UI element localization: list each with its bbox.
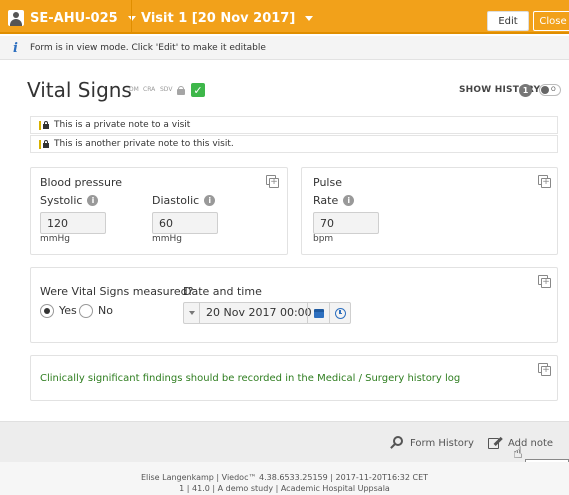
copy-icon[interactable]: + <box>538 363 551 376</box>
search-icon <box>390 436 404 450</box>
edit-icon <box>488 436 503 450</box>
page-title: Vital Signs <box>27 78 132 102</box>
copy-icon[interactable]: + <box>538 175 551 188</box>
help-icon[interactable]: i <box>87 195 99 206</box>
rate-unit: bpm <box>313 234 334 244</box>
edit-button[interactable]: Edit <box>487 11 529 31</box>
findings-note: Clinically significant findings should b… <box>40 373 461 384</box>
no-label: No <box>98 304 113 317</box>
private-note-icon <box>39 139 49 149</box>
copy-icon[interactable]: + <box>538 275 551 288</box>
clock-icon[interactable] <box>329 303 351 323</box>
diastolic-unit: mmHg <box>152 234 183 244</box>
rate-label: Rate i <box>313 194 355 207</box>
systolic-field[interactable]: 120 <box>40 212 106 234</box>
check-icon: ✓ <box>191 83 205 97</box>
lock-icon <box>177 86 185 95</box>
pulse-title: Pulse <box>313 176 342 189</box>
measured-question: Were Vital Signs measured? <box>40 285 194 298</box>
datetime-label: Date and time <box>183 285 262 298</box>
systolic-label: Systolic i <box>40 194 99 207</box>
systolic-unit: mmHg <box>40 234 71 244</box>
private-note: This is a private note to a visit <box>30 116 558 134</box>
private-note: This is another private note to this vis… <box>30 135 558 153</box>
chevron-down-icon[interactable] <box>184 303 200 323</box>
form-history-label: Form History <box>410 437 474 449</box>
subject-selector[interactable]: SE-AHU-025 <box>8 7 136 29</box>
cra-status-icon: CRA <box>143 86 156 93</box>
divider <box>131 0 132 34</box>
toggle-knob <box>541 86 549 94</box>
subject-label: SE-AHU-025 <box>30 10 118 26</box>
history-count-badge: 1 <box>519 84 532 97</box>
help-icon[interactable]: i <box>204 195 216 206</box>
rate-field[interactable]: 70 <box>313 212 379 234</box>
blood-pressure-title: Blood pressure <box>40 176 123 189</box>
diastolic-field[interactable]: 60 <box>152 212 218 234</box>
info-icon: i <box>13 41 18 56</box>
sdv-status-icon: SDV <box>160 86 173 93</box>
view-mode-banner: i Form is in view mode. Click 'Edit' to … <box>0 36 569 60</box>
chevron-down-icon <box>305 15 314 21</box>
person-icon <box>8 10 24 26</box>
close-button[interactable]: Close <box>533 11 569 31</box>
toggle-label: O <box>551 86 556 93</box>
rate-label-text: Rate <box>313 194 339 207</box>
yes-radio[interactable] <box>40 304 54 318</box>
form-history-button[interactable]: Form History <box>390 436 474 450</box>
show-history-toggle[interactable]: O <box>539 84 561 96</box>
private-note-text: This is another private note to this vis… <box>54 139 234 149</box>
footer-actions <box>0 421 569 462</box>
footer-line-1: Elise Langenkamp | Viedoc™ 4.38.6533.251… <box>140 473 429 482</box>
private-note-text: This is a private note to a visit <box>54 120 191 130</box>
diastolic-label-text: Diastolic <box>152 194 200 207</box>
hand-cursor-icon: ☝ <box>513 443 523 462</box>
footer-line-2: 1 | 41.0 | A demo study | Academic Hospi… <box>179 484 390 493</box>
private-note-icon <box>39 120 49 130</box>
datetime-field[interactable]: 20 Nov 2017 00:00 <box>183 302 351 324</box>
calendar-icon[interactable] <box>307 303 329 323</box>
view-mode-message: Form is in view mode. Click 'Edit' to ma… <box>30 42 266 53</box>
copy-icon[interactable]: + <box>266 175 279 188</box>
top-bar: SE-AHU-025 Visit 1 [20 Nov 2017] Edit Cl… <box>0 0 569 34</box>
visit-selector[interactable]: Visit 1 [20 Nov 2017] <box>141 7 314 29</box>
diastolic-label: Diastolic i <box>152 194 216 207</box>
visit-label: Visit 1 [20 Nov 2017] <box>141 10 296 26</box>
dm-status-icon: DM <box>129 86 139 93</box>
systolic-label-text: Systolic <box>40 194 83 207</box>
yes-label: Yes <box>59 304 77 317</box>
help-icon[interactable]: i <box>343 195 355 206</box>
datetime-value: 20 Nov 2017 00:00 <box>206 306 312 319</box>
no-radio[interactable] <box>79 304 93 318</box>
